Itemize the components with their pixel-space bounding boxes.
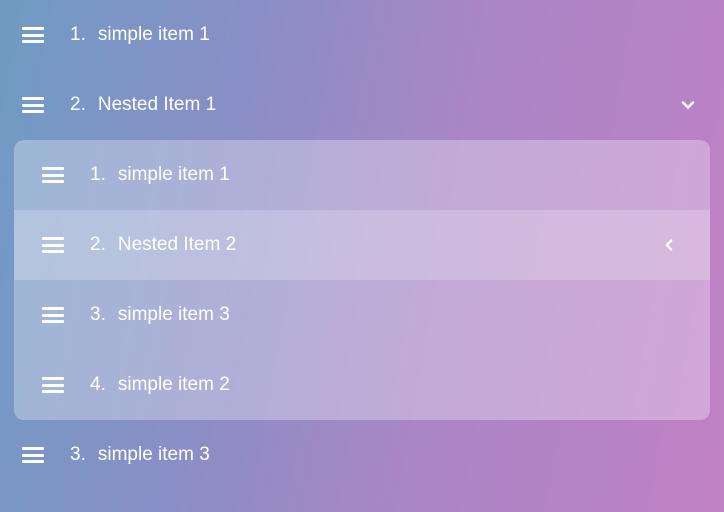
list-item[interactable]: 3. simple item 3 <box>14 280 710 350</box>
item-label: simple item 3 <box>118 304 230 326</box>
item-label: simple item 3 <box>98 444 210 466</box>
item-number: 1. <box>90 164 106 186</box>
item-number: 3. <box>70 444 86 466</box>
item-number: 3. <box>90 304 106 326</box>
list-item[interactable]: 4. simple item 2 <box>14 350 710 420</box>
drag-handle-icon[interactable] <box>42 307 64 323</box>
item-label: simple item 1 <box>98 24 210 46</box>
item-label: simple item 1 <box>118 164 230 186</box>
item-label: Nested Item 2 <box>118 234 236 256</box>
item-number: 1. <box>70 24 86 46</box>
list-item[interactable]: 3. simple item 3 <box>0 420 724 490</box>
chevron-down-icon[interactable] <box>678 95 702 115</box>
drag-handle-icon[interactable] <box>22 447 44 463</box>
drag-handle-icon[interactable] <box>42 237 64 253</box>
list-item[interactable]: 1. simple item 1 <box>14 140 710 210</box>
drag-handle-icon[interactable] <box>42 377 64 393</box>
drag-handle-icon[interactable] <box>22 97 44 113</box>
item-number: 4. <box>90 374 106 396</box>
item-label: simple item 2 <box>118 374 230 396</box>
drag-handle-icon[interactable] <box>42 167 64 183</box>
item-number: 2. <box>70 94 86 116</box>
list-item[interactable]: 2. Nested Item 1 <box>0 70 724 140</box>
sortable-list: 1. simple item 1 2. Nested Item 1 1. sim… <box>0 0 724 490</box>
item-number: 2. <box>90 234 106 256</box>
item-label: Nested Item 1 <box>98 94 216 116</box>
nested-list: 1. simple item 1 2. Nested Item 2 3. sim… <box>14 140 710 420</box>
list-item[interactable]: 1. simple item 1 <box>0 0 724 70</box>
drag-handle-icon[interactable] <box>22 27 44 43</box>
list-item[interactable]: 2. Nested Item 2 <box>14 210 710 280</box>
chevron-left-icon[interactable] <box>660 236 682 254</box>
